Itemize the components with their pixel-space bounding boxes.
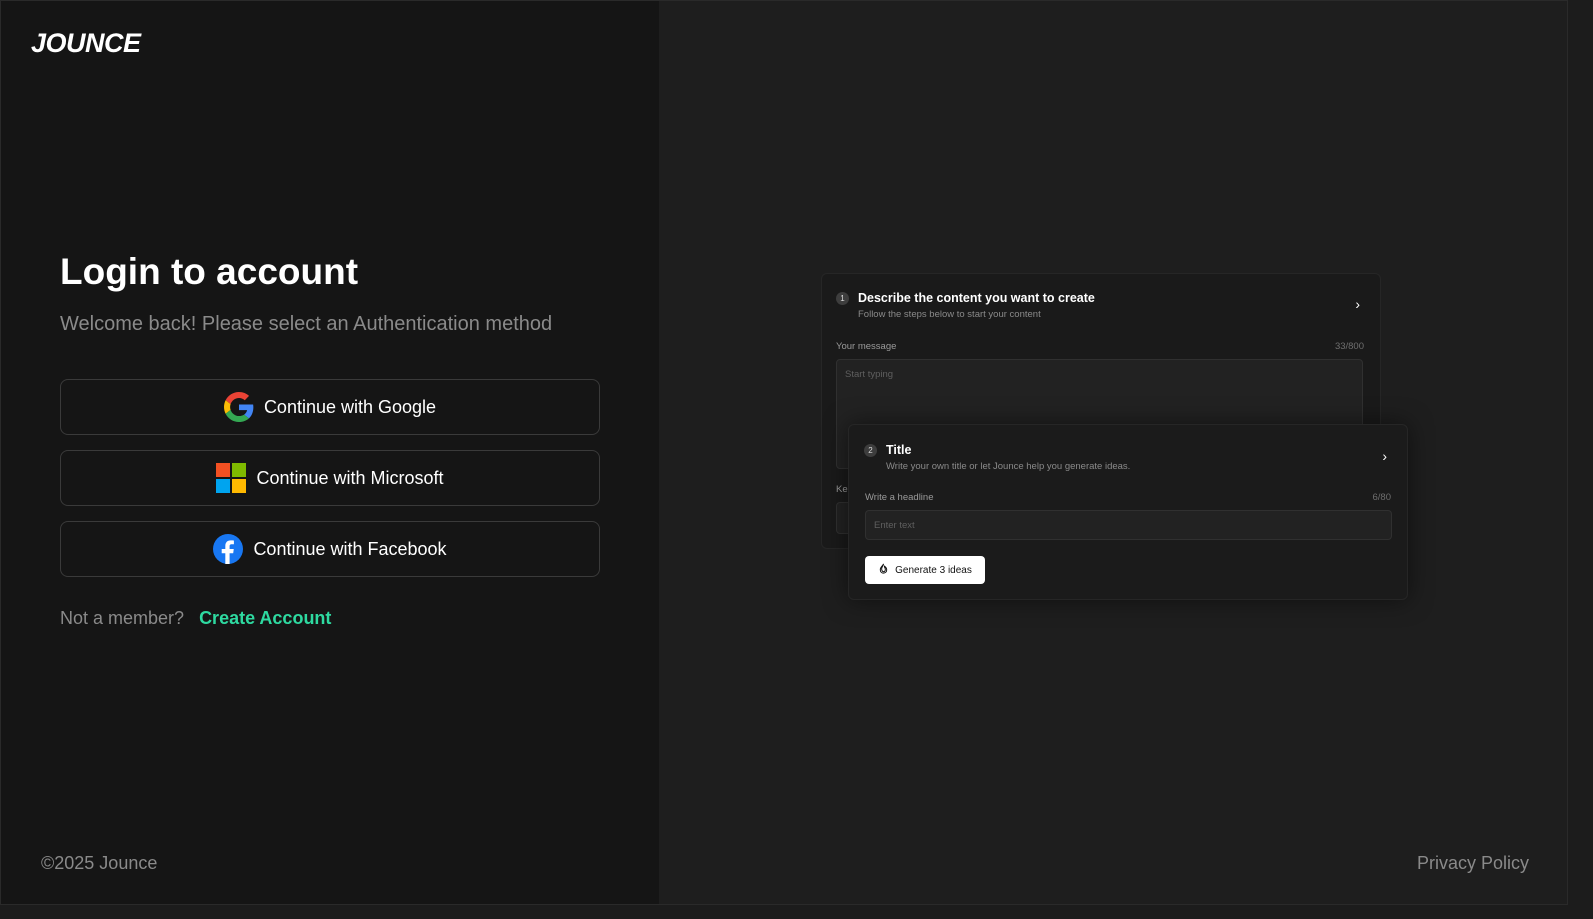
not-member-text: Not a member? <box>60 608 185 628</box>
microsoft-login-button[interactable]: Continue with Microsoft <box>60 450 600 506</box>
login-page: JOUNCE Login to account Welcome back! Pl… <box>0 0 1568 905</box>
page-title: Login to account <box>60 251 359 292</box>
step-number-badge: 2 <box>864 444 877 457</box>
keyword-field-label: Ke <box>836 484 848 495</box>
facebook-login-button[interactable]: Continue with Facebook <box>60 521 600 577</box>
facebook-login-label: Continue with Facebook <box>253 538 447 559</box>
signup-prompt: Not a member? Create Account <box>60 608 331 629</box>
login-panel: JOUNCE Login to account Welcome back! Pl… <box>1 1 659 904</box>
step-subtitle: Follow the steps below to start your con… <box>858 309 1041 320</box>
preview-panel: 1 Describe the content you want to creat… <box>659 1 1567 904</box>
chevron-right-icon: › <box>1355 296 1360 312</box>
google-icon <box>223 392 254 422</box>
chevron-right-icon: › <box>1382 448 1387 464</box>
headline-char-count: 6/80 <box>1372 492 1392 503</box>
headline-field-label: Write a headline <box>865 492 934 503</box>
message-char-count: 33/800 <box>1334 341 1364 352</box>
microsoft-login-label: Continue with Microsoft <box>256 467 444 488</box>
generate-ideas-button[interactable]: Generate 3 ideas <box>865 556 985 584</box>
page-subtitle: Welcome back! Please select an Authentic… <box>60 313 553 335</box>
step-title: Describe the content you want to create <box>858 291 1095 305</box>
google-login-button[interactable]: Continue with Google <box>60 379 600 435</box>
flame-icon <box>878 563 889 577</box>
privacy-policy-link[interactable]: Privacy Policy <box>1417 853 1529 874</box>
step-number-badge: 1 <box>836 292 849 305</box>
create-account-link[interactable]: Create Account <box>199 608 331 629</box>
preview-card-title: 2 Title Write your own title or let Joun… <box>848 424 1408 600</box>
step-subtitle: Write your own title or let Jounce help … <box>886 461 1131 472</box>
generate-ideas-label: Generate 3 ideas <box>895 564 972 576</box>
message-field-label: Your message <box>836 341 897 352</box>
headline-input[interactable]: Enter text <box>865 510 1392 540</box>
jounce-logo[interactable]: JOUNCE <box>31 28 141 59</box>
microsoft-icon <box>216 463 247 493</box>
google-login-label: Continue with Google <box>263 396 437 417</box>
copyright-text: ©2025 Jounce <box>41 853 158 873</box>
step-title: Title <box>886 443 912 457</box>
facebook-icon <box>213 534 244 564</box>
